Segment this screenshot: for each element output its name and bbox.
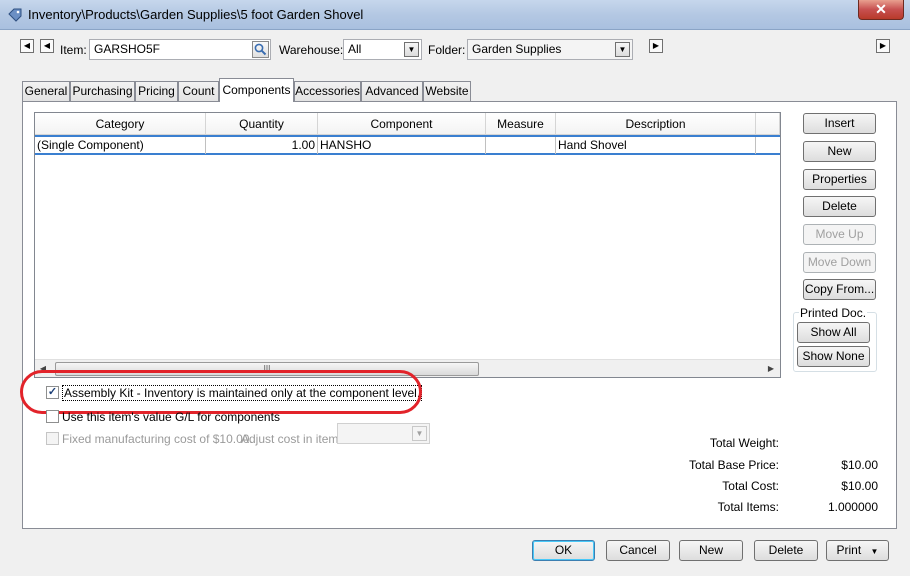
first-record-button[interactable]: ◀	[20, 39, 34, 53]
show-all-button[interactable]: Show All	[797, 322, 870, 343]
column-header-description[interactable]: Description	[556, 113, 756, 135]
previous-icon: ◀	[43, 41, 51, 50]
scroll-right-icon[interactable]: ▶	[765, 363, 777, 375]
column-header-category[interactable]: Category	[35, 113, 206, 135]
new-button[interactable]: New	[679, 540, 743, 561]
tab-accessories[interactable]: Accessories	[294, 81, 361, 101]
search-icon	[254, 43, 267, 56]
window-title: Inventory\Products\Garden Supplies\5 foo…	[28, 7, 364, 22]
total-base-price-value: $10.00	[841, 458, 878, 472]
next-icon: ▶	[652, 41, 660, 50]
use-value-checkbox[interactable]	[46, 410, 59, 423]
total-items-value: 1.000000	[827, 500, 878, 514]
total-cost-value: $10.00	[841, 479, 878, 493]
tab-advanced[interactable]: Advanced	[361, 81, 423, 101]
inventory-tag-icon	[8, 8, 22, 22]
components-grid[interactable]: Category Quantity Component Measure Desc…	[34, 112, 781, 378]
fixed-cost-checkbox[interactable]	[46, 432, 59, 445]
move-up-button[interactable]: Move Up	[803, 224, 876, 245]
chevron-down-icon: ▼	[412, 426, 427, 441]
adjust-cost-label: Adjust cost in item:	[241, 432, 342, 446]
cell-quantity[interactable]: 1.00	[206, 137, 318, 154]
close-button[interactable]: ✕	[858, 0, 904, 20]
adjust-cost-select[interactable]: ▼	[337, 423, 430, 444]
show-none-button[interactable]: Show None	[797, 346, 870, 367]
chevron-down-icon: ▼	[404, 42, 419, 57]
cell-category[interactable]: (Single Component)	[35, 137, 206, 154]
insert-button[interactable]: Insert	[803, 113, 876, 134]
next-record-button[interactable]: ▶	[649, 39, 663, 53]
print-button[interactable]: Print ▼	[826, 540, 889, 561]
use-value-label: Use this item's value G/L for components	[62, 410, 280, 424]
total-base-price-label: Total Base Price:	[688, 458, 779, 472]
column-header-component[interactable]: Component	[318, 113, 486, 135]
item-lookup-button[interactable]	[252, 41, 269, 58]
tab-purchasing[interactable]: Purchasing	[70, 81, 135, 101]
cancel-button[interactable]: Cancel	[606, 540, 670, 561]
fixed-cost-label: Fixed manufacturing cost of $10.00.	[62, 432, 253, 446]
total-items-label: Total Items:	[717, 500, 779, 514]
warehouse-select[interactable]: All ▼	[343, 39, 422, 60]
move-down-button[interactable]: Move Down	[803, 252, 876, 273]
last-record-button[interactable]: ▶	[876, 39, 890, 53]
tab-components[interactable]: Components	[219, 78, 294, 102]
new-component-button[interactable]: New	[803, 141, 876, 162]
item-label: Item:	[60, 43, 87, 57]
delete-component-button[interactable]: Delete	[803, 196, 876, 217]
folder-label: Folder:	[428, 43, 466, 57]
highlight-annotation	[20, 370, 422, 414]
total-weight-label: Total Weight:	[709, 436, 779, 450]
copy-from-button[interactable]: Copy From...	[803, 279, 876, 300]
column-header-measure[interactable]: Measure	[486, 113, 556, 135]
tab-general[interactable]: General	[22, 81, 70, 101]
folder-select[interactable]: Garden Supplies ▼	[467, 39, 633, 60]
cell-description[interactable]: Hand Shovel	[556, 137, 756, 154]
item-input[interactable]: GARSHO5F	[89, 39, 271, 60]
warehouse-value: All	[348, 42, 362, 56]
tab-pricing[interactable]: Pricing	[135, 81, 178, 101]
total-cost-label: Total Cost:	[722, 479, 779, 493]
dropdown-arrow-icon: ▼	[870, 547, 879, 556]
tab-count[interactable]: Count	[178, 81, 219, 101]
ok-button[interactable]: OK	[532, 540, 595, 561]
last-icon: ▶	[879, 41, 887, 50]
previous-record-button[interactable]: ◀	[40, 39, 54, 53]
delete-button[interactable]: Delete	[754, 540, 818, 561]
cell-measure[interactable]	[486, 137, 556, 154]
printed-doc-title: Printed Doc.	[799, 306, 868, 320]
first-icon: ◀	[23, 41, 31, 50]
column-header-filler	[756, 113, 780, 135]
warehouse-label: Warehouse:	[279, 43, 344, 57]
print-label: Print	[836, 543, 862, 557]
chevron-down-icon: ▼	[615, 42, 630, 57]
column-header-quantity[interactable]: Quantity	[206, 113, 318, 135]
properties-button[interactable]: Properties	[803, 169, 876, 190]
folder-value: Garden Supplies	[472, 42, 562, 56]
tab-website[interactable]: Website	[423, 81, 471, 101]
cell-component[interactable]: HANSHO	[318, 137, 486, 154]
